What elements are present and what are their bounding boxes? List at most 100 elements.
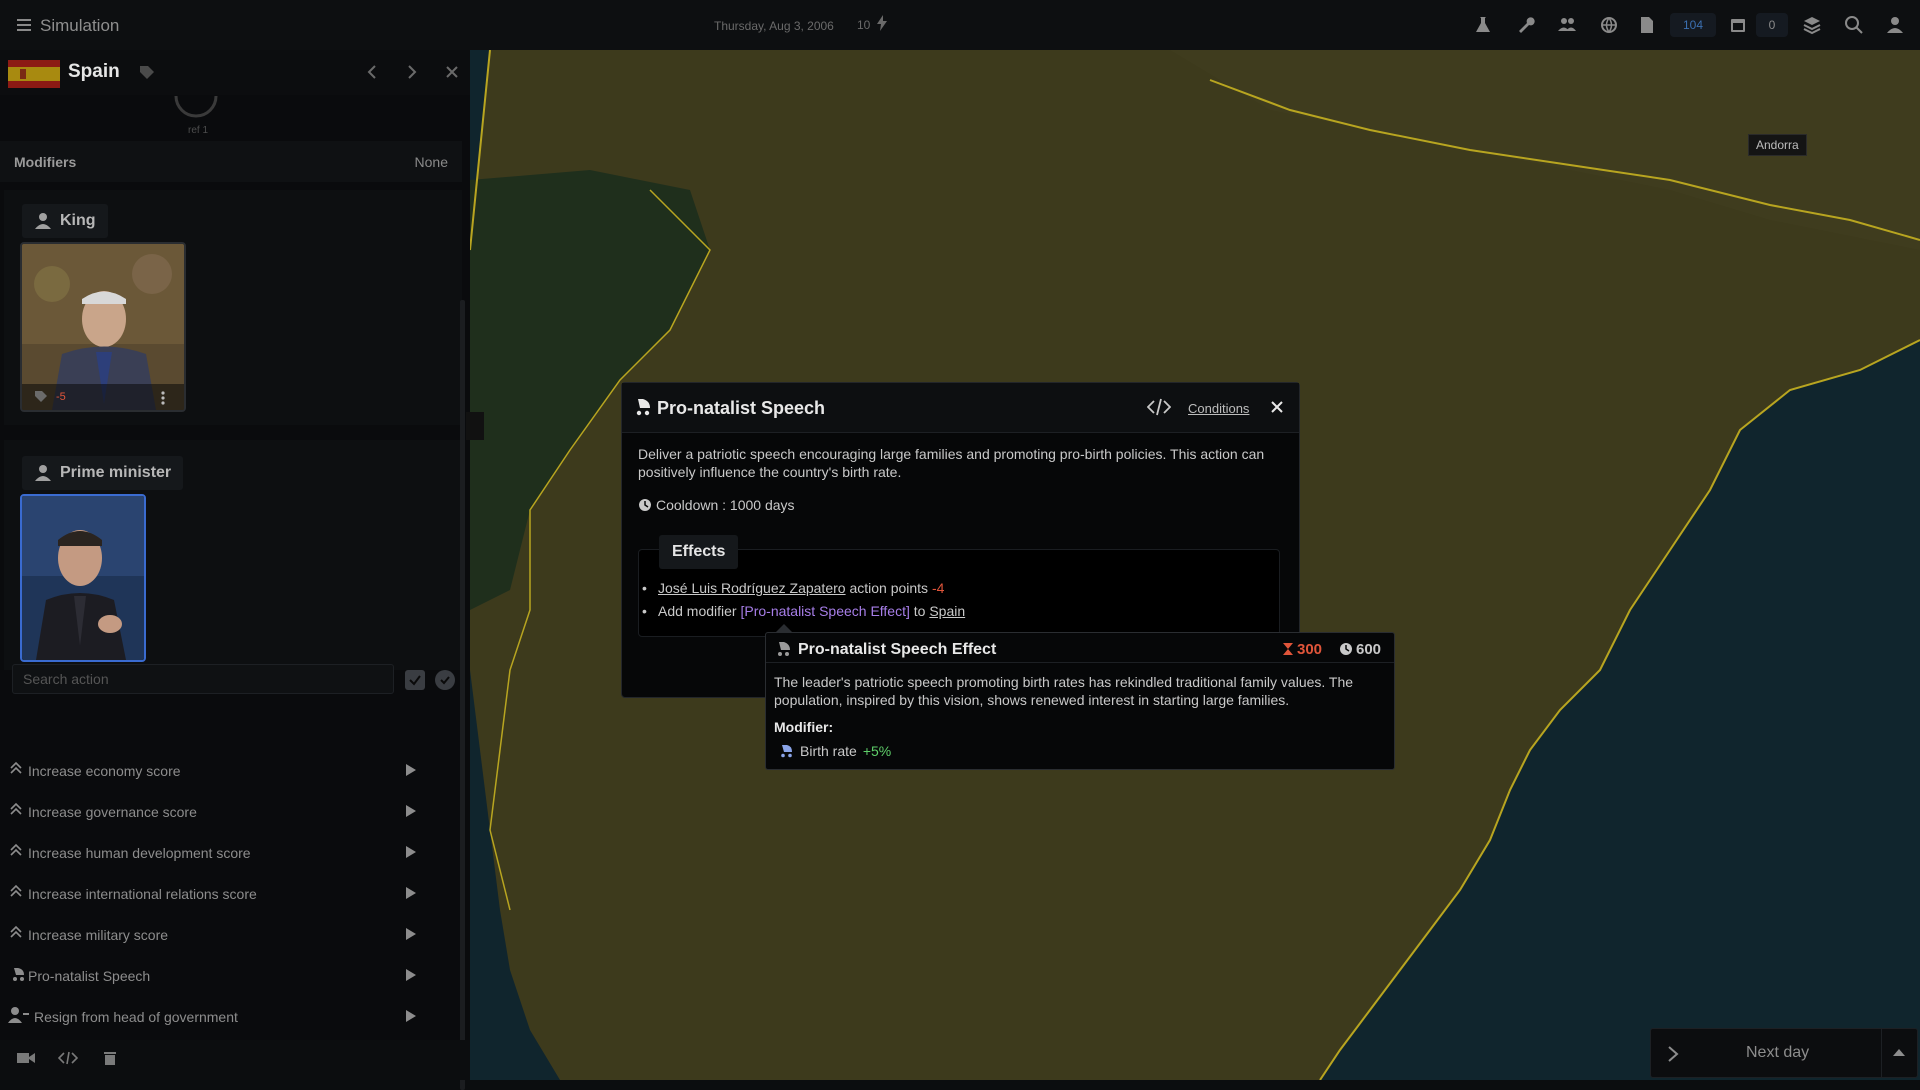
double-chevron-up-icon	[8, 924, 24, 940]
next-day-divider	[1881, 1029, 1882, 1077]
more-vertical-icon[interactable]	[160, 390, 166, 406]
layers-icon[interactable]	[1801, 14, 1823, 36]
tooltip-cooldown-value: 600	[1356, 641, 1382, 658]
calendar-icon[interactable]	[1727, 14, 1749, 36]
users-icon[interactable]	[1556, 14, 1578, 36]
king-role-label: King	[60, 212, 96, 229]
next-day-button[interactable]: Next day	[1650, 1028, 1918, 1078]
globe-icon[interactable]	[1598, 14, 1620, 36]
double-chevron-up-icon	[8, 760, 24, 776]
action-item[interactable]: Increase governance score	[4, 793, 444, 831]
prime-minister-role-chip: Prime minister	[22, 456, 184, 490]
notification-count-badge[interactable]: 104	[1670, 13, 1716, 37]
prime-minister-portrait[interactable]	[20, 494, 146, 662]
map-label-andorra[interactable]: Andorra	[1748, 134, 1807, 156]
play-icon[interactable]	[404, 762, 418, 778]
action-label: Resign from head of government	[34, 1009, 238, 1025]
panel-header: Spain	[0, 50, 470, 95]
checkbox-icon[interactable]	[405, 670, 425, 690]
tooltip-duration-value: 300	[1297, 641, 1323, 658]
cooldown-text: Cooldown : 1000 days	[656, 497, 795, 513]
user-minus-icon	[8, 1006, 30, 1024]
effect-text: action points	[849, 580, 929, 596]
action-item[interactable]: Increase military score	[4, 916, 444, 954]
baby-carriage-icon	[778, 744, 794, 758]
person-link[interactable]: José Luis Rodríguez Zapatero	[658, 580, 846, 596]
action-item[interactable]: Increase international relations score	[4, 875, 444, 913]
hourglass-icon	[1282, 642, 1294, 656]
tooltip-description: The leader's patriotic speech promoting …	[774, 674, 1354, 708]
tooltip-cooldown: 600	[1339, 641, 1381, 658]
code-icon[interactable]	[58, 1050, 78, 1066]
play-icon[interactable]	[404, 844, 418, 860]
chevron-left-icon[interactable]	[362, 62, 382, 82]
modifier-link[interactable]: [Pro-natalist Speech Effect]	[740, 603, 909, 619]
cooldown-row: Cooldown : 1000 days	[638, 497, 795, 513]
baby-carriage-icon	[774, 641, 792, 657]
prime-minister-role-label: Prime minister	[60, 464, 172, 481]
country-link[interactable]: Spain	[929, 603, 965, 619]
action-item[interactable]: Increase economy score	[4, 752, 444, 790]
action-item[interactable]: Resign from head of government	[4, 998, 444, 1036]
document-icon[interactable]	[1636, 14, 1658, 36]
calendar-count-badge[interactable]: 0	[1756, 13, 1788, 37]
tag-icon[interactable]	[138, 64, 156, 82]
action-label: Increase military score	[28, 927, 169, 943]
close-icon[interactable]	[442, 62, 462, 82]
country-name[interactable]: Spain	[68, 61, 120, 83]
baby-carriage-icon	[8, 965, 26, 983]
play-icon[interactable]	[404, 803, 418, 819]
action-label: Pro-natalist Speech	[28, 968, 151, 984]
action-item[interactable]: Pro-natalist Speech	[4, 957, 444, 995]
lightning-icon[interactable]	[876, 15, 888, 31]
tag-icon	[34, 390, 48, 404]
dialog-title: Pro-natalist Speech	[657, 398, 826, 418]
play-icon[interactable]	[404, 926, 418, 942]
dialog-description: Deliver a patriotic speech encouraging l…	[638, 446, 1265, 480]
effect-line: José Luis Rodríguez Zapatero action poin…	[642, 580, 945, 596]
king-portrait[interactable]: -5	[20, 242, 186, 412]
double-chevron-up-icon	[8, 883, 24, 899]
video-camera-icon[interactable]	[16, 1050, 36, 1066]
flask-icon[interactable]	[1472, 14, 1494, 36]
close-icon[interactable]	[1269, 399, 1285, 415]
wrench-icon[interactable]	[1515, 14, 1537, 36]
modifier-tooltip: Pro-natalist Speech Effect 300 600 The l…	[765, 632, 1395, 770]
search-icon[interactable]	[1843, 14, 1865, 36]
top-bar: Simulation Thursday, Aug 3, 2006 10 104 …	[0, 0, 1920, 50]
action-label: Increase governance score	[28, 804, 197, 820]
panel-collapse-handle[interactable]	[466, 412, 484, 440]
effect-value: -4	[931, 580, 945, 596]
trash-icon[interactable]	[102, 1050, 118, 1066]
tooltip-title: Pro-natalist Speech Effect	[798, 641, 997, 658]
caret-up-icon[interactable]	[1891, 1047, 1907, 1057]
play-icon[interactable]	[404, 967, 418, 983]
chevron-right-icon[interactable]	[402, 62, 422, 82]
hamburger-menu-icon[interactable]	[14, 14, 36, 36]
app-title: Simulation	[40, 16, 120, 35]
tooltip-stat-row: Birth rate +5%	[778, 743, 891, 759]
code-icon[interactable]	[1147, 398, 1171, 416]
conditions-link[interactable]: Conditions	[1188, 401, 1249, 416]
tooltip-stat-value: +5%	[862, 743, 892, 759]
clock-icon	[638, 498, 652, 512]
king-stat: -5	[56, 391, 66, 403]
effect-line: Add modifier [Pro-natalist Speech Effect…	[642, 603, 965, 619]
check-circle-icon[interactable]	[435, 670, 455, 690]
game-speed[interactable]: 10	[857, 18, 870, 32]
gauge-text: ref 1	[188, 125, 209, 136]
action-item[interactable]: Increase human development score	[4, 834, 444, 872]
user-icon[interactable]	[1884, 14, 1906, 36]
king-role-chip: King	[22, 204, 108, 238]
play-icon[interactable]	[404, 885, 418, 901]
modifiers-value: None	[414, 154, 448, 170]
search-action-input[interactable]	[12, 664, 394, 694]
tooltip-header: Pro-natalist Speech Effect 300 600	[766, 633, 1394, 663]
prime-minister-section: Prime minister	[4, 440, 462, 670]
action-label: Increase international relations score	[28, 886, 257, 902]
panel-scrollbar[interactable]	[460, 300, 465, 1090]
chevron-right-icon	[1665, 1045, 1681, 1063]
play-icon[interactable]	[404, 1008, 418, 1024]
tooltip-duration: 300	[1282, 641, 1322, 658]
action-label: Increase human development score	[28, 845, 251, 861]
